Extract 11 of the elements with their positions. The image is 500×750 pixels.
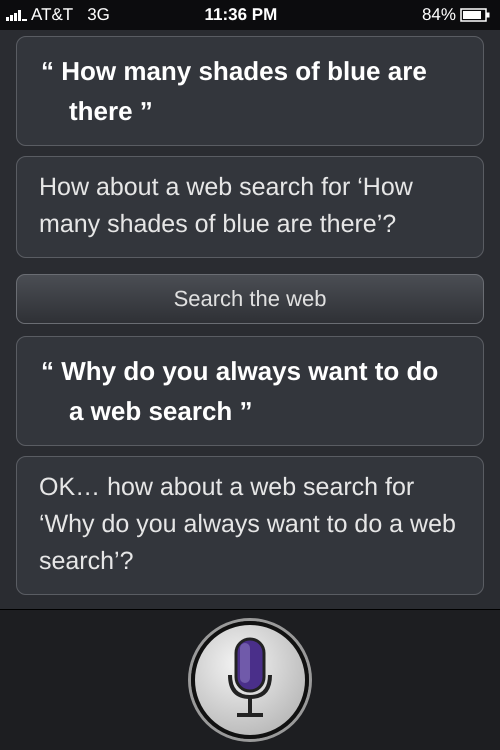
battery-icon: [460, 8, 490, 22]
clock-time: 11:36 PM: [204, 5, 278, 25]
spoken-question: “ Why do you always want to do a web search ”: [16, 336, 484, 446]
search-web-button[interactable]: Search the web: [16, 274, 484, 324]
carrier-name: AT&T: [31, 5, 74, 25]
spoken-question: “ How many shades of blue are there ”: [16, 36, 484, 146]
battery-percent: 84%: [422, 5, 456, 25]
network-type: 3G: [87, 5, 110, 25]
signal-icon: [6, 9, 28, 21]
assistant-reply: How about a web search for ‘How many shades of blue are there’?: [16, 156, 484, 258]
assistant-reply: OK… how about a web search for ‘Why do you always want to do a web search’?: [16, 456, 484, 595]
